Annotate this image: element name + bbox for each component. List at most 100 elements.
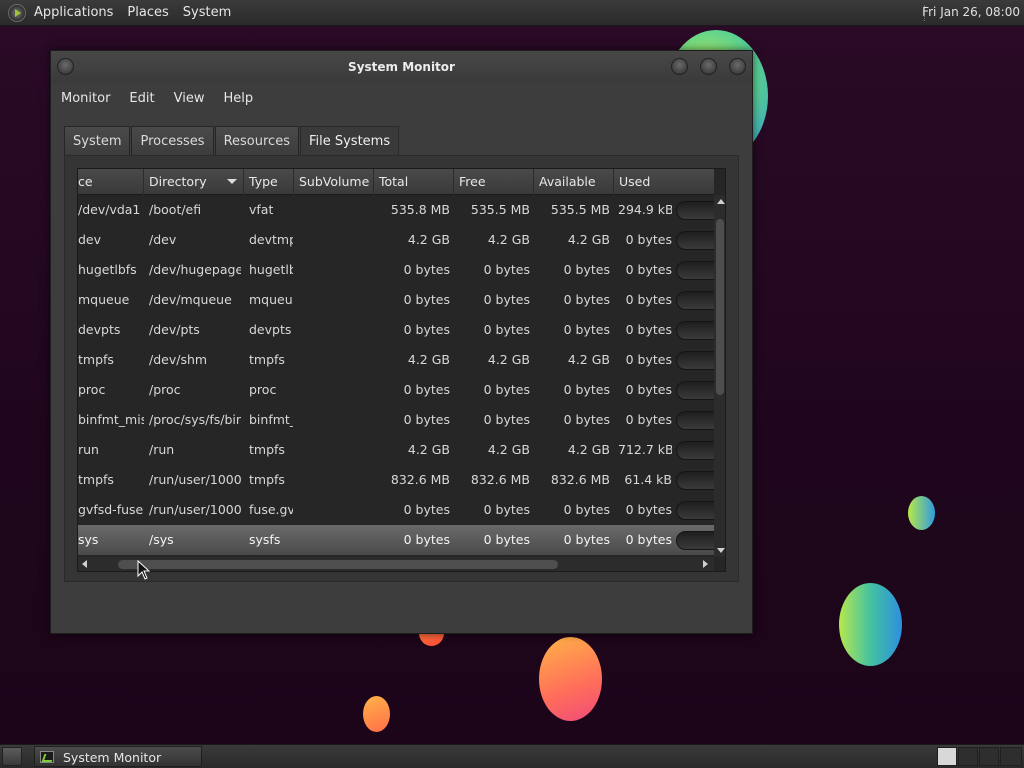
sort-descending-icon	[227, 179, 237, 184]
taskbar-item-system-monitor[interactable]: System Monitor	[34, 746, 202, 767]
horizontal-scroll-thumb[interactable]	[118, 560, 558, 569]
cell-used: 0 bytes	[625, 532, 672, 547]
column-total[interactable]: Total	[374, 169, 454, 195]
menu-monitor[interactable]: Monitor	[61, 91, 110, 106]
scroll-left-icon[interactable]	[82, 560, 87, 568]
table-row[interactable]: run/run tmpfs 4.2 GB 4.2 GB 4.2 GB 712.7 kB	[78, 435, 716, 465]
cell-total: 0 bytes	[403, 292, 450, 307]
applications-menu[interactable]: Applications	[34, 5, 113, 20]
taskbar-item-label: System Monitor	[63, 750, 162, 765]
system-monitor-window: System Monitor Monitor Edit View Help Sy…	[50, 50, 753, 634]
cell-subvolume	[299, 495, 374, 525]
workspace-4[interactable]	[1000, 747, 1022, 766]
cell-type: sysfs	[249, 532, 281, 547]
cell-available: 4.2 GB	[567, 232, 610, 247]
cell-device: /dev/vda1	[78, 202, 141, 217]
cell-device: hugetlbfs	[78, 262, 137, 277]
distro-logo-icon[interactable]	[8, 3, 26, 22]
table-row[interactable]: hugetlbfs/dev/hugepages hugetlb 0 bytes 0 b…	[78, 255, 716, 285]
scroll-right-icon[interactable]	[703, 560, 708, 568]
cell-total: 0 bytes	[403, 322, 450, 337]
table-row[interactable]: sys/sys sysfs 0 bytes 0 bytes 0 bytes 0 bytes	[78, 525, 716, 555]
horizontal-scrollbar[interactable]	[78, 557, 714, 571]
cell-subvolume	[299, 405, 374, 435]
wallpaper-bubble	[363, 696, 390, 732]
cell-subvolume	[299, 525, 374, 555]
cell-used: 0 bytes	[625, 262, 672, 277]
table-row[interactable]: mqueue/dev/mqueue mqueue 0 bytes 0 bytes 0 b…	[78, 285, 716, 315]
table-row[interactable]: proc/proc proc 0 bytes 0 bytes 0 bytes 0 byte…	[78, 375, 716, 405]
close-button[interactable]	[729, 58, 746, 75]
table-row[interactable]: tmpfs/dev/shm tmpfs 4.2 GB 4.2 GB 4.2 GB 0 by…	[78, 345, 716, 375]
menu-edit[interactable]: Edit	[129, 91, 154, 106]
table-row[interactable]: tmpfs/run/user/1000 tmpfs 832.6 MB 832.6 MB…	[78, 465, 716, 495]
cell-type: hugetlb	[249, 262, 293, 277]
usage-bar	[676, 531, 716, 550]
column-directory[interactable]: Directory	[144, 169, 244, 195]
table-row[interactable]: /dev/vda1/boot/efi vfat 535.8 MB 535.5 MB 53…	[78, 195, 716, 225]
cell-free: 4.2 GB	[487, 352, 530, 367]
cell-total: 4.2 GB	[407, 442, 450, 457]
cell-subvolume	[299, 435, 374, 465]
cell-device: binfmt_mis	[78, 412, 144, 427]
cell-directory: /run/user/1000	[149, 472, 241, 487]
table-row[interactable]: devpts/dev/pts devpts 0 bytes 0 bytes 0 byte…	[78, 315, 716, 345]
column-subvolume[interactable]: SubVolume	[294, 169, 374, 195]
cell-total: 4.2 GB	[407, 352, 450, 367]
cell-available: 535.5 MB	[550, 202, 610, 217]
cell-device: mqueue	[78, 292, 130, 307]
menu-help[interactable]: Help	[223, 91, 253, 106]
system-monitor-icon	[40, 751, 54, 763]
show-desktop-button[interactable]	[2, 747, 22, 766]
clock[interactable]: Fri Jan 26, 08:00	[922, 5, 1020, 19]
cell-type: binfmt_	[249, 412, 293, 427]
usage-bar	[676, 231, 716, 250]
tab-processes[interactable]: Processes	[131, 126, 214, 156]
cell-directory: /proc	[149, 382, 181, 397]
system-menu[interactable]: System	[183, 5, 231, 20]
menu-view[interactable]: View	[174, 91, 205, 106]
scroll-up-icon[interactable]	[717, 199, 725, 204]
usage-bar	[676, 291, 716, 310]
cell-type: tmpfs	[249, 472, 285, 487]
column-available[interactable]: Available	[534, 169, 614, 195]
tab-file-systems[interactable]: File Systems	[299, 126, 400, 156]
cell-type: proc	[249, 382, 277, 397]
workspace-3[interactable]	[979, 747, 999, 766]
column-type[interactable]: Type	[244, 169, 294, 195]
usage-bar	[676, 261, 716, 280]
vertical-scrollbar[interactable]	[714, 195, 725, 557]
cell-used: 61.4 kB	[624, 472, 672, 487]
cell-used: 0 bytes	[625, 502, 672, 517]
column-device[interactable]: ce	[78, 169, 144, 195]
window-titlebar[interactable]: System Monitor	[51, 51, 752, 83]
cell-used: 0 bytes	[625, 322, 672, 337]
cell-directory: /dev/hugepages	[149, 262, 241, 277]
table-row[interactable]: gvfsd-fuse/run/user/1000/g fuse.gvf 0 byte…	[78, 495, 716, 525]
scroll-down-icon[interactable]	[717, 548, 725, 553]
vertical-scroll-thumb[interactable]	[716, 219, 724, 395]
places-menu[interactable]: Places	[127, 5, 168, 20]
table-row[interactable]: binfmt_mis/proc/sys/fs/binf binfmt_ 0 byte…	[78, 405, 716, 435]
usage-bar	[676, 471, 716, 490]
column-free[interactable]: Free	[454, 169, 534, 195]
column-used[interactable]: Used	[614, 169, 714, 195]
cell-directory: /boot/efi	[149, 202, 202, 217]
cell-directory: /dev/pts	[149, 322, 200, 337]
cell-used: 294.9 kB	[618, 202, 672, 217]
cell-used: 0 bytes	[625, 412, 672, 427]
cell-available: 0 bytes	[563, 502, 610, 517]
tab-system[interactable]: System	[64, 126, 131, 156]
table-row[interactable]: dev/dev devtmp 4.2 GB 4.2 GB 4.2 GB 0 bytes	[78, 225, 716, 255]
cell-free: 0 bytes	[483, 532, 530, 547]
cell-type: vfat	[249, 202, 274, 217]
tab-resources[interactable]: Resources	[214, 126, 299, 156]
minimize-button[interactable]	[671, 58, 688, 75]
cell-available: 0 bytes	[563, 532, 610, 547]
cell-directory: /dev/mqueue	[149, 292, 232, 307]
workspace-1[interactable]	[937, 747, 957, 766]
maximize-button[interactable]	[700, 58, 717, 75]
workspace-2[interactable]	[958, 747, 978, 766]
cell-free: 0 bytes	[483, 262, 530, 277]
cell-available: 0 bytes	[563, 292, 610, 307]
